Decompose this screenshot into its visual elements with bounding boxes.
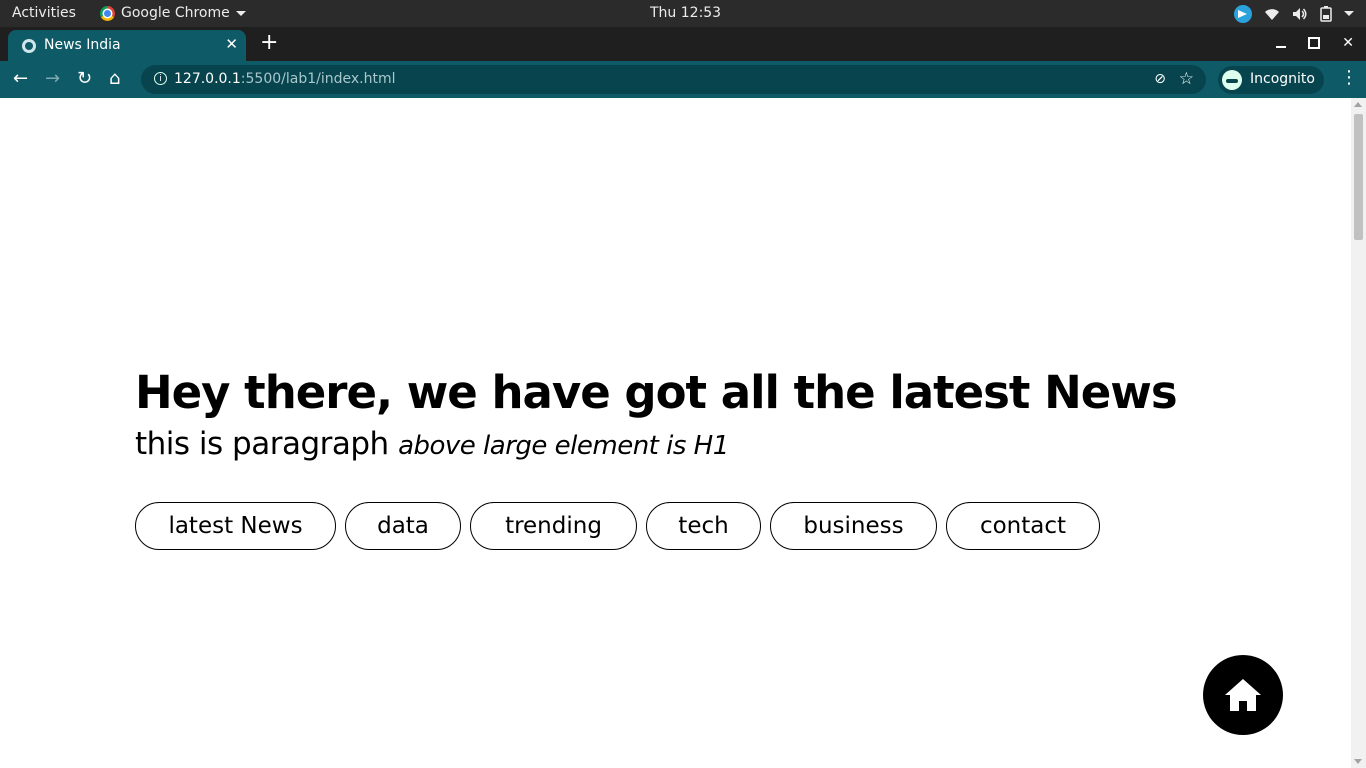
scroll-down-arrow-icon[interactable] <box>1354 759 1362 764</box>
app-menu[interactable]: Google Chrome <box>100 5 246 21</box>
chevron-down-icon <box>235 10 246 16</box>
reload-icon[interactable]: ↻ <box>77 69 92 89</box>
nav-button-contact[interactable]: contact <box>946 502 1100 550</box>
os-top-bar: Activities Google Chrome Thu 12:53 <box>0 0 1366 27</box>
address-bar[interactable]: i 127.0.0.1:5500/lab1/index.html ⊘ ☆ <box>141 65 1206 94</box>
tab-news-india[interactable]: News India ✕ <box>8 30 246 61</box>
incognito-profile-button[interactable]: Incognito <box>1218 66 1324 94</box>
nav-button-data[interactable]: data <box>345 502 461 550</box>
nav-button-latest-news[interactable]: latest News <box>135 502 336 550</box>
telegram-icon[interactable] <box>1234 4 1252 23</box>
nav-button-business[interactable]: business <box>770 502 937 550</box>
tab-strip: News India ✕ + ✕ <box>0 27 1366 61</box>
url-text[interactable]: 127.0.0.1:5500/lab1/index.html <box>174 71 395 87</box>
incognito-icon <box>1222 70 1242 90</box>
url-host: 127.0.0.1 <box>174 71 241 87</box>
minimize-icon[interactable] <box>1276 46 1287 48</box>
site-info-icon[interactable]: i <box>154 72 167 85</box>
paragraph-text: this is paragraph <box>135 426 389 462</box>
maximize-icon[interactable] <box>1308 37 1321 49</box>
home-nav-icon[interactable]: ⌂ <box>109 69 120 89</box>
page-scrollbar[interactable] <box>1351 98 1366 768</box>
system-tray[interactable] <box>1234 3 1354 24</box>
new-tab-button[interactable]: + <box>260 30 278 56</box>
close-tab-icon[interactable]: ✕ <box>225 35 238 53</box>
nav-button-trending[interactable]: trending <box>470 502 637 550</box>
chrome-icon <box>100 5 115 21</box>
scroll-up-arrow-icon[interactable] <box>1354 102 1362 107</box>
clock[interactable]: Thu 12:53 <box>650 5 721 21</box>
page-heading: Hey there, we have got all the latest Ne… <box>135 366 1178 419</box>
scrollbar-thumb[interactable] <box>1354 114 1363 240</box>
activities-button[interactable]: Activities <box>12 5 76 21</box>
url-path: :5500/lab1/index.html <box>240 71 396 87</box>
page-paragraph: this is paragraph above large element is… <box>135 426 729 462</box>
bookmark-star-icon[interactable]: ☆ <box>1179 69 1194 89</box>
battery-icon <box>1320 5 1332 22</box>
eye-slash-icon[interactable]: ⊘ <box>1154 71 1166 87</box>
tab-title: News India <box>44 37 121 53</box>
paragraph-emphasis: above large element is H1 <box>398 431 729 461</box>
back-arrow-icon[interactable]: ← <box>13 69 28 89</box>
globe-icon <box>22 39 36 53</box>
system-menu-chevron-icon[interactable] <box>1344 11 1354 16</box>
wifi-icon <box>1265 8 1279 20</box>
kebab-menu-icon[interactable]: ⋮ <box>1340 69 1358 87</box>
nav-button-tech[interactable]: tech <box>646 502 761 550</box>
forward-arrow-icon[interactable]: → <box>45 69 60 89</box>
home-icon <box>1225 679 1261 711</box>
app-menu-label: Google Chrome <box>121 5 230 21</box>
incognito-label: Incognito <box>1250 71 1315 87</box>
close-window-icon[interactable]: ✕ <box>1342 35 1354 51</box>
browser-toolbar: ← → ↻ ⌂ i 127.0.0.1:5500/lab1/index.html… <box>0 61 1366 98</box>
window-controls: ✕ <box>1276 35 1354 51</box>
page-viewport: Hey there, we have got all the latest Ne… <box>0 98 1351 768</box>
home-floating-button[interactable] <box>1203 655 1283 735</box>
volume-icon <box>1293 7 1307 20</box>
nav-pills: latest News data trending tech business … <box>135 502 1100 550</box>
